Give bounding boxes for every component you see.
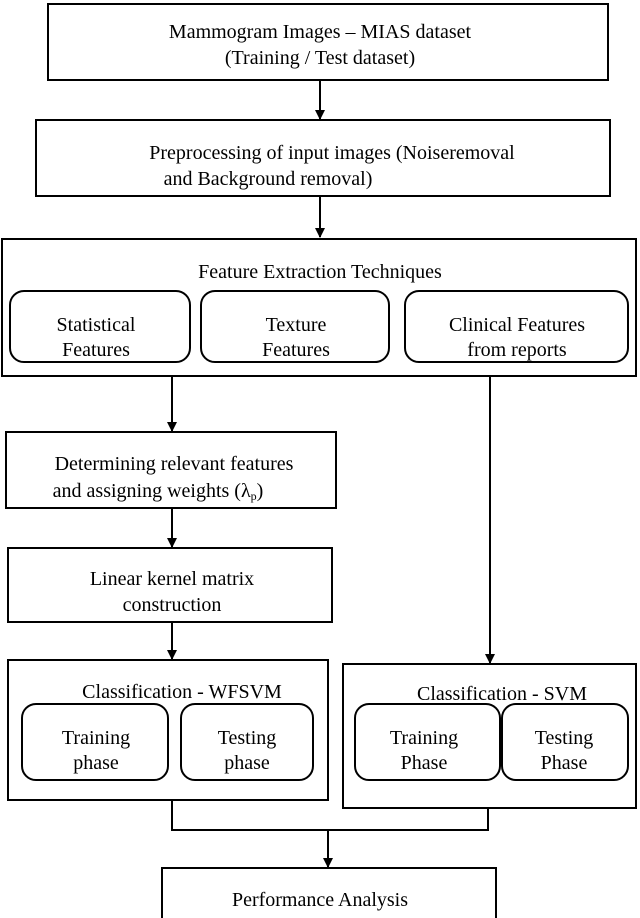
texture-line2: Features — [262, 339, 330, 361]
performance-label: Performance Analysis — [232, 889, 408, 911]
texture-line1: Texture — [266, 314, 327, 336]
wfsvm-training-line1: Training — [62, 727, 130, 749]
kernel-line1: Linear kernel matrix — [90, 568, 254, 590]
node-performance: Performance Analysis — [161, 867, 497, 918]
flowchart: Mammogram Images – MIAS dataset (Trainin… — [1, 3, 637, 918]
input-line2: (Training / Test dataset) — [225, 47, 415, 69]
clinical-line2: from reports — [467, 339, 567, 361]
weights-line2: and assigning weights (λp) — [53, 480, 264, 503]
svm-testing-line2: Phase — [541, 752, 588, 774]
preprocess-line1: Preprocessing of input images (Noiseremo… — [149, 142, 515, 164]
input-line1: Mammogram Images – MIAS dataset — [169, 21, 472, 43]
wfsvm-testing-line2: phase — [224, 752, 270, 774]
svm-title: Classification - SVM — [417, 683, 587, 705]
kernel-line2: construction — [123, 594, 222, 616]
preprocess-line2: and Background removal) — [164, 168, 373, 190]
clinical-line1: Clinical Features — [449, 314, 585, 336]
svm-training-line2: Phase — [401, 752, 448, 774]
node-preprocess: Preprocessing of input images (Noiseremo… — [35, 119, 611, 197]
svm-testing-line1: Testing — [535, 727, 594, 749]
statistical-line2: Features — [62, 339, 130, 361]
svm-training-line1: Training — [390, 727, 458, 749]
wfsvm-testing-line1: Testing — [218, 727, 277, 749]
node-weights: Determining relevant features and assign… — [5, 431, 337, 509]
wfsvm-title: Classification - WFSVM — [82, 681, 282, 703]
node-input: Mammogram Images – MIAS dataset (Trainin… — [47, 3, 609, 81]
node-feature-extraction: Feature Extraction Techniques Statistica… — [1, 238, 637, 377]
node-kernel: Linear kernel matrix construction — [7, 547, 333, 623]
weights-line1: Determining relevant features — [55, 453, 294, 475]
node-wfsvm: Classification - WFSVM Training phase Te… — [7, 659, 329, 801]
wfsvm-training-line2: phase — [73, 752, 119, 774]
node-svm: Classification - SVM Training Phase Test… — [342, 663, 637, 809]
feature-extraction-title: Feature Extraction Techniques — [198, 261, 442, 283]
statistical-line1: Statistical — [57, 314, 136, 336]
